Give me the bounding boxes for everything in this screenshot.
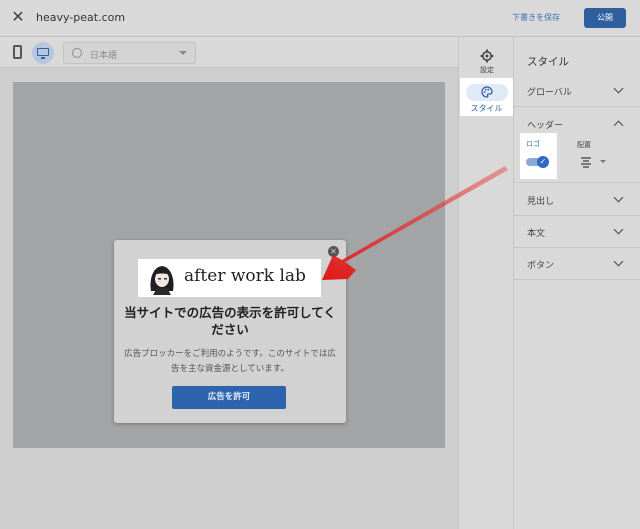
- site-name: heavy-peat.com: [36, 11, 126, 24]
- site-logo: after work lab: [138, 259, 321, 297]
- preview-toolbar: 日本語: [0, 37, 458, 68]
- palette-icon: [481, 86, 493, 98]
- rail-item-style[interactable]: スタイル: [460, 78, 513, 116]
- style-panel: スタイル グローバル ヘッダー ロゴ ✓ 配置 見出し 本文 ボタン: [514, 37, 640, 529]
- settings-label: 設定: [480, 66, 494, 74]
- ad-allow-dialog: ✕ after work lab 当サイトでの広告の表示を許可してください 広告…: [114, 240, 346, 423]
- top-bar: ✕ heavy-peat.com 下書きを保存 公開: [0, 0, 640, 37]
- dialog-title: 当サイトでの広告の表示を許可してください: [124, 305, 336, 337]
- check-icon: ✓: [537, 156, 549, 168]
- logo-setting-label: ロゴ: [526, 140, 540, 148]
- chevron-down-icon: [179, 51, 187, 55]
- dialog-close-icon[interactable]: ✕: [328, 246, 339, 257]
- language-value: 日本語: [90, 51, 118, 61]
- chevron-up-icon[interactable]: [613, 120, 624, 131]
- section-headings-label: 見出し: [527, 197, 555, 207]
- panel-title: スタイル: [527, 56, 569, 68]
- section-body-text-label: 本文: [527, 229, 546, 239]
- chevron-down-icon[interactable]: [600, 160, 606, 163]
- chevron-down-icon: [613, 83, 624, 94]
- dialog-body: 広告ブロッカーをご利用のようです。このサイトでは広告を主な資金源としています。: [124, 349, 336, 374]
- editor-rail: 設定 スタイル: [458, 37, 514, 529]
- allow-ads-button[interactable]: 広告を許可: [172, 386, 286, 409]
- section-headings[interactable]: 見出し: [514, 184, 640, 216]
- section-buttons[interactable]: ボタン: [514, 248, 640, 280]
- section-global-label: グローバル: [527, 88, 572, 98]
- desktop-view-button[interactable]: [32, 42, 54, 64]
- desktop-icon: [37, 48, 49, 59]
- close-icon[interactable]: ✕: [9, 8, 27, 26]
- section-header-label[interactable]: ヘッダー: [527, 118, 563, 131]
- rail-item-settings[interactable]: 設定: [459, 49, 515, 75]
- logo-toggle[interactable]: ✓: [526, 156, 550, 168]
- logo-setting: ロゴ ✓: [520, 133, 557, 179]
- section-buttons-label: ボタン: [527, 261, 555, 271]
- align-center-icon[interactable]: [580, 156, 592, 168]
- chevron-down-icon: [613, 192, 624, 203]
- section-body-text[interactable]: 本文: [514, 216, 640, 248]
- alignment-label: 配置: [577, 141, 591, 149]
- save-draft-button[interactable]: 下書きを保存: [512, 12, 560, 23]
- phone-icon[interactable]: [13, 45, 22, 59]
- chevron-down-icon: [613, 256, 624, 267]
- avatar: [145, 261, 179, 295]
- style-label: スタイル: [470, 104, 503, 113]
- logo-text: after work lab: [184, 266, 306, 286]
- style-pill: [466, 84, 508, 101]
- chevron-down-icon: [613, 224, 624, 235]
- globe-icon: [72, 48, 82, 58]
- language-select[interactable]: 日本語: [63, 42, 196, 64]
- publish-button[interactable]: 公開: [584, 8, 626, 28]
- gear-icon: [480, 49, 494, 63]
- section-global[interactable]: グローバル: [514, 75, 640, 107]
